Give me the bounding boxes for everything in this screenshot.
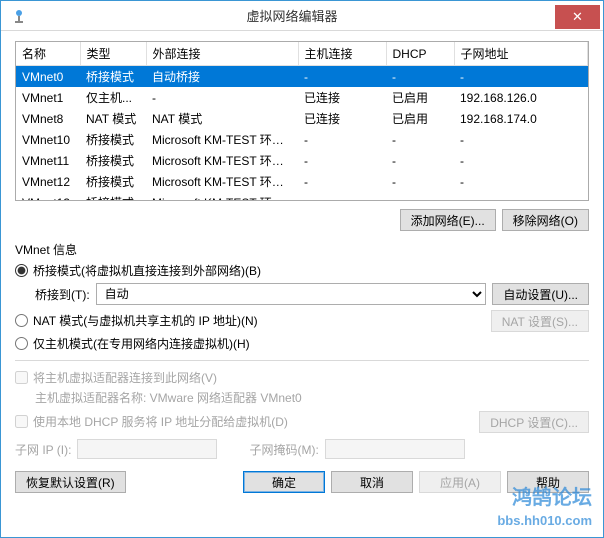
table-cell: - — [146, 87, 298, 108]
nat-settings-button: NAT 设置(S)... — [491, 310, 589, 332]
column-header[interactable]: 子网地址 — [454, 42, 588, 66]
table-cell: - — [298, 171, 386, 192]
dhcp-use-label: 使用本地 DHCP 服务将 IP 地址分配给虚拟机(D) — [33, 413, 288, 430]
dhcp-settings-button: DHCP 设置(C)... — [479, 411, 589, 433]
column-header[interactable]: DHCP — [386, 42, 454, 66]
column-header[interactable]: 类型 — [80, 42, 146, 66]
dhcp-checkbox — [15, 415, 28, 428]
dhcp-checkbox-row: 使用本地 DHCP 服务将 IP 地址分配给虚拟机(D) — [15, 413, 479, 430]
table-cell: - — [298, 150, 386, 171]
close-button[interactable]: ✕ — [555, 5, 600, 29]
table-cell: 已启用 — [386, 87, 454, 108]
subnet-mask-input — [325, 439, 465, 459]
help-button[interactable]: 帮助 — [507, 471, 589, 493]
network-table[interactable]: 名称类型外部连接主机连接DHCP子网地址 VMnet0桥接模式自动桥接---VM… — [15, 41, 589, 201]
table-cell: 已连接 — [298, 87, 386, 108]
column-header[interactable]: 名称 — [16, 42, 80, 66]
remove-network-button[interactable]: 移除网络(O) — [502, 209, 589, 231]
table-cell: VMnet12 — [16, 171, 80, 192]
table-cell: VMnet11 — [16, 150, 80, 171]
table-cell: - — [298, 66, 386, 88]
host-radio-input[interactable] — [15, 337, 28, 350]
table-cell: 桥接模式 — [80, 66, 146, 88]
table-cell: Microsoft KM-TEST 环回适... — [146, 192, 298, 201]
table-cell: 自动桥接 — [146, 66, 298, 88]
nat-mode-radio[interactable]: NAT 模式(与虚拟机共享主机的 IP 地址)(N) — [15, 312, 491, 329]
table-cell: - — [454, 66, 588, 88]
bridge-target-select[interactable]: 自动 — [96, 283, 487, 305]
column-header[interactable]: 主机连接 — [298, 42, 386, 66]
table-cell: 桥接模式 — [80, 150, 146, 171]
bridge-radio-input[interactable] — [15, 264, 28, 277]
table-cell: 桥接模式 — [80, 171, 146, 192]
subnet-ip-label: 子网 IP (I): — [15, 441, 71, 458]
table-row[interactable]: VMnet0桥接模式自动桥接--- — [16, 66, 588, 88]
table-cell: NAT 模式 — [146, 108, 298, 129]
add-network-button[interactable]: 添加网络(E)... — [400, 209, 496, 231]
table-cell: - — [386, 192, 454, 201]
table-cell: Microsoft KM-TEST 环回适... — [146, 129, 298, 150]
titlebar: 虚拟网络编辑器 ✕ — [1, 1, 603, 31]
vmnet-info-label: VMnet 信息 — [15, 241, 589, 258]
watermark-url: bbs.hh010.com — [497, 513, 592, 528]
table-cell: - — [298, 129, 386, 150]
table-cell: Microsoft KM-TEST 环回适... — [146, 150, 298, 171]
table-cell: 桥接模式 — [80, 129, 146, 150]
table-cell: - — [386, 66, 454, 88]
column-header[interactable]: 外部连接 — [146, 42, 298, 66]
host-connect-checkbox-row: 将主机虚拟适配器连接到此网络(V) — [15, 369, 589, 386]
table-cell: 仅主机... — [80, 87, 146, 108]
table-cell: - — [454, 171, 588, 192]
table-cell: 已连接 — [298, 108, 386, 129]
ok-button[interactable]: 确定 — [243, 471, 325, 493]
table-cell: 192.168.126.0 — [454, 87, 588, 108]
table-row[interactable]: VMnet8NAT 模式NAT 模式已连接已启用192.168.174.0 — [16, 108, 588, 129]
window-title: 虚拟网络编辑器 — [29, 6, 555, 25]
table-row[interactable]: VMnet11桥接模式Microsoft KM-TEST 环回适...--- — [16, 150, 588, 171]
nat-mode-label: NAT 模式(与虚拟机共享主机的 IP 地址)(N) — [33, 312, 258, 329]
table-cell: - — [298, 192, 386, 201]
table-cell: VMnet0 — [16, 66, 80, 88]
host-only-label: 仅主机模式(在专用网络内连接虚拟机)(H) — [33, 335, 250, 352]
host-connect-checkbox — [15, 371, 28, 384]
host-only-radio[interactable]: 仅主机模式(在专用网络内连接虚拟机)(H) — [15, 335, 589, 352]
bridge-to-label: 桥接到(T): — [35, 286, 90, 303]
table-cell: VMnet8 — [16, 108, 80, 129]
auto-settings-button[interactable]: 自动设置(U)... — [492, 283, 589, 305]
table-cell: 已启用 — [386, 108, 454, 129]
bridge-mode-label: 桥接模式(将虚拟机直接连接到外部网络)(B) — [33, 262, 261, 279]
table-row[interactable]: VMnet12桥接模式Microsoft KM-TEST 环回适...--- — [16, 171, 588, 192]
subnet-ip-input — [77, 439, 217, 459]
host-connect-label: 将主机虚拟适配器连接到此网络(V) — [33, 369, 217, 386]
table-cell: VMnet13 — [16, 192, 80, 201]
table-cell: VMnet10 — [16, 129, 80, 150]
bridge-mode-radio[interactable]: 桥接模式(将虚拟机直接连接到外部网络)(B) — [15, 262, 589, 279]
table-cell: - — [454, 150, 588, 171]
table-cell: - — [454, 192, 588, 201]
subnet-mask-label: 子网掩码(M): — [249, 441, 318, 458]
restore-defaults-button[interactable]: 恢复默认设置(R) — [15, 471, 126, 493]
table-cell: - — [386, 150, 454, 171]
table-cell: 桥接模式 — [80, 192, 146, 201]
apply-button: 应用(A) — [419, 471, 501, 493]
table-row[interactable]: VMnet13桥接模式Microsoft KM-TEST 环回适...--- — [16, 192, 588, 201]
app-icon — [9, 6, 29, 26]
table-cell: NAT 模式 — [80, 108, 146, 129]
table-cell: VMnet1 — [16, 87, 80, 108]
table-cell: 192.168.174.0 — [454, 108, 588, 129]
table-row[interactable]: VMnet1仅主机...-已连接已启用192.168.126.0 — [16, 87, 588, 108]
table-cell: Microsoft KM-TEST 环回适... — [146, 171, 298, 192]
cancel-button[interactable]: 取消 — [331, 471, 413, 493]
table-cell: - — [454, 129, 588, 150]
table-cell: - — [386, 129, 454, 150]
table-cell: - — [386, 171, 454, 192]
table-row[interactable]: VMnet10桥接模式Microsoft KM-TEST 环回适...--- — [16, 129, 588, 150]
nat-radio-input[interactable] — [15, 314, 28, 327]
host-adapter-name: 主机虚拟适配器名称: VMware 网络适配器 VMnet0 — [35, 389, 589, 406]
